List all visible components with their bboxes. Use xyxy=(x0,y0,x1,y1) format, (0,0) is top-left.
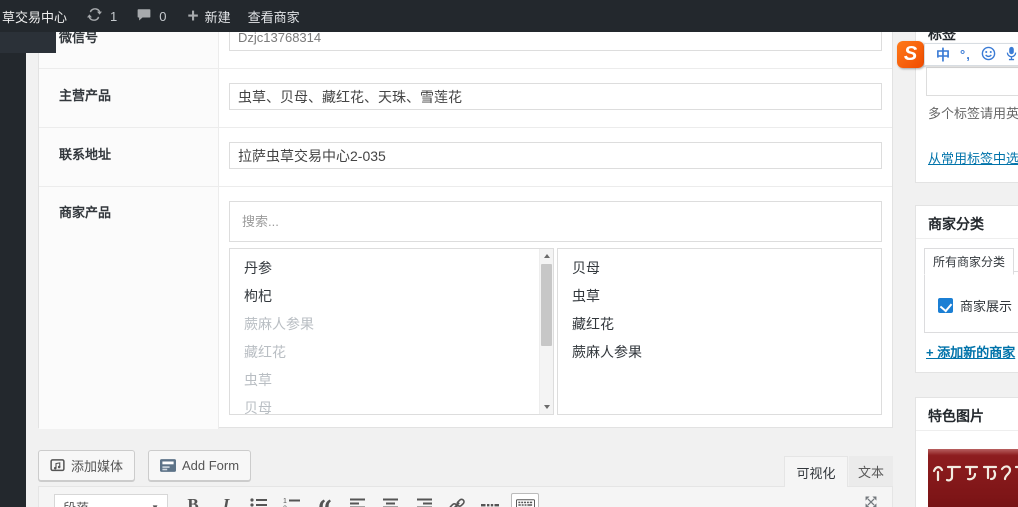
toolbar-toggle-button[interactable] xyxy=(511,493,539,507)
all-categories-tab[interactable]: 所有商家分类 xyxy=(924,248,1015,275)
label-column-bg xyxy=(39,187,219,429)
paragraph-select-value: 段落 xyxy=(63,498,89,507)
scrollbar-thumb[interactable] xyxy=(541,264,552,346)
list-item: 藏红花 xyxy=(244,344,286,360)
list-item[interactable]: 蕨麻人参果 xyxy=(558,338,881,366)
tab-text[interactable]: 文本 xyxy=(849,456,893,487)
add-new-category-link[interactable]: + 添加新的商家 xyxy=(926,342,1015,361)
fullscreen-icon[interactable] xyxy=(863,495,879,507)
add-media-button[interactable]: 添加媒体 xyxy=(38,450,136,481)
page: 微信号 主营产品 联系地址 商家产品 丹参 枸杞 蕨麻人参果 藏 xyxy=(0,0,1018,507)
admin-bar: 草交易中心 1 0 + 新建 查看商家 xyxy=(0,0,1018,32)
svg-text:1: 1 xyxy=(283,498,287,505)
site-name-menu[interactable]: 草交易中心 xyxy=(2,7,67,26)
main-products-label: 主营产品 xyxy=(59,88,112,103)
comments-count: 0 xyxy=(159,8,167,24)
view-merchant-link[interactable]: 查看商家 xyxy=(248,7,300,26)
merchant-category-panel: 商家分类 所有商家分类 商家展示 + 添加新的商家 xyxy=(915,205,1018,373)
new-content-menu[interactable]: + 新建 xyxy=(187,7,230,26)
list-item: 虫草 xyxy=(244,372,272,388)
form-row-products: 商家产品 丹参 枸杞 蕨麻人参果 藏红花 虫草 贝母 贝 xyxy=(39,186,892,429)
ime-language-mode[interactable]: 中 xyxy=(936,48,950,62)
product-lists: 丹参 枸杞 蕨麻人参果 藏红花 虫草 贝母 贝母 虫草 藏红花 蕨麻人参果 xyxy=(229,248,882,415)
updates-icon xyxy=(86,7,103,25)
address-input[interactable] xyxy=(229,142,882,169)
choose-from-common-tags-link[interactable]: 从常用标签中选 xyxy=(928,148,1018,167)
chevron-down-icon: ▼ xyxy=(151,502,159,507)
products-label: 商家产品 xyxy=(59,205,112,220)
tags-hint-text: 多个标签请用英 xyxy=(928,106,1018,121)
list-item: 贝母 xyxy=(244,400,272,415)
triangle-down-icon xyxy=(543,405,550,409)
paragraph-format-select[interactable]: 段落 ▼ xyxy=(54,494,168,507)
address-label: 联系地址 xyxy=(59,147,112,162)
featured-image-panel: 特色图片 xyxy=(915,397,1018,507)
product-search-input[interactable] xyxy=(229,201,882,242)
media-icon xyxy=(50,458,65,473)
align-left-button[interactable] xyxy=(346,493,370,507)
category-list-box: 商家展示 xyxy=(924,271,1018,333)
sogou-ime-bar: S 中 °, xyxy=(897,41,1018,68)
toolbar-icons: B I 12 “ xyxy=(181,493,548,507)
plus-icon: + xyxy=(187,5,199,27)
updates-menu[interactable]: 1 xyxy=(86,7,117,25)
blockquote-button[interactable]: “ xyxy=(313,493,337,507)
add-media-label: 添加媒体 xyxy=(71,459,124,474)
read-more-button[interactable] xyxy=(478,493,502,507)
tag-input[interactable] xyxy=(926,67,1018,96)
admin-menu-strip[interactable] xyxy=(0,32,26,507)
main-products-input[interactable] xyxy=(229,83,882,110)
italic-button[interactable]: I xyxy=(214,493,238,507)
list-item: 蕨麻人参果 xyxy=(244,316,314,332)
align-right-button[interactable] xyxy=(412,493,436,507)
numbered-list-button[interactable]: 12 xyxy=(280,493,304,507)
scroll-down-button[interactable] xyxy=(540,400,553,414)
form-row-main-products: 主营产品 xyxy=(39,68,892,127)
triangle-up-icon xyxy=(543,254,550,258)
editor-toolbar: 段落 ▼ B I 12 “ xyxy=(38,486,893,507)
ime-toolbar: 中 °, xyxy=(924,43,1018,66)
featured-panel-title: 特色图片 xyxy=(916,398,1018,431)
available-products-list[interactable]: 丹参 枸杞 蕨麻人参果 藏红花 虫草 贝母 xyxy=(229,248,554,415)
category-checkbox-label: 商家展示 xyxy=(960,299,1013,314)
align-center-button[interactable] xyxy=(379,493,403,507)
comment-bubble-icon xyxy=(136,7,152,25)
bullet-list-button[interactable] xyxy=(247,493,271,507)
list-item[interactable]: 藏红花 xyxy=(558,310,881,338)
tab-visual[interactable]: 可视化 xyxy=(784,456,848,487)
list-item[interactable]: 枸杞 xyxy=(230,282,553,310)
featured-image[interactable] xyxy=(928,449,1018,507)
form-icon xyxy=(160,459,176,472)
list-item[interactable]: 丹参 xyxy=(230,254,553,282)
link-button[interactable] xyxy=(445,493,469,507)
smiley-icon[interactable] xyxy=(981,46,996,63)
new-label: 新建 xyxy=(204,9,231,25)
sogou-logo-icon[interactable]: S xyxy=(897,41,924,68)
list-scrollbar[interactable] xyxy=(539,249,553,414)
bold-button[interactable]: B xyxy=(181,493,205,507)
selected-products-list[interactable]: 贝母 虫草 藏红花 蕨麻人参果 xyxy=(557,248,882,415)
ime-punctuation-mode[interactable]: °, xyxy=(960,48,971,61)
category-panel-title: 商家分类 xyxy=(916,206,1018,239)
category-checkbox-item[interactable]: 商家展示 xyxy=(938,296,1012,315)
scroll-up-button[interactable] xyxy=(540,249,553,263)
form-row-address: 联系地址 xyxy=(39,127,892,186)
list-item[interactable]: 贝母 xyxy=(558,254,881,282)
add-form-button[interactable]: Add Form xyxy=(148,450,252,481)
checked-checkbox-icon[interactable] xyxy=(938,298,953,313)
admin-menu-current-item[interactable] xyxy=(0,32,56,53)
merchant-form-panel: 微信号 主营产品 联系地址 商家产品 丹参 枸杞 蕨麻人参果 藏 xyxy=(38,0,893,429)
add-form-label: Add Form xyxy=(182,458,240,473)
updates-count: 1 xyxy=(110,8,118,24)
comments-menu[interactable]: 0 xyxy=(136,7,166,25)
microphone-icon[interactable] xyxy=(1006,46,1017,63)
list-item[interactable]: 虫草 xyxy=(558,282,881,310)
